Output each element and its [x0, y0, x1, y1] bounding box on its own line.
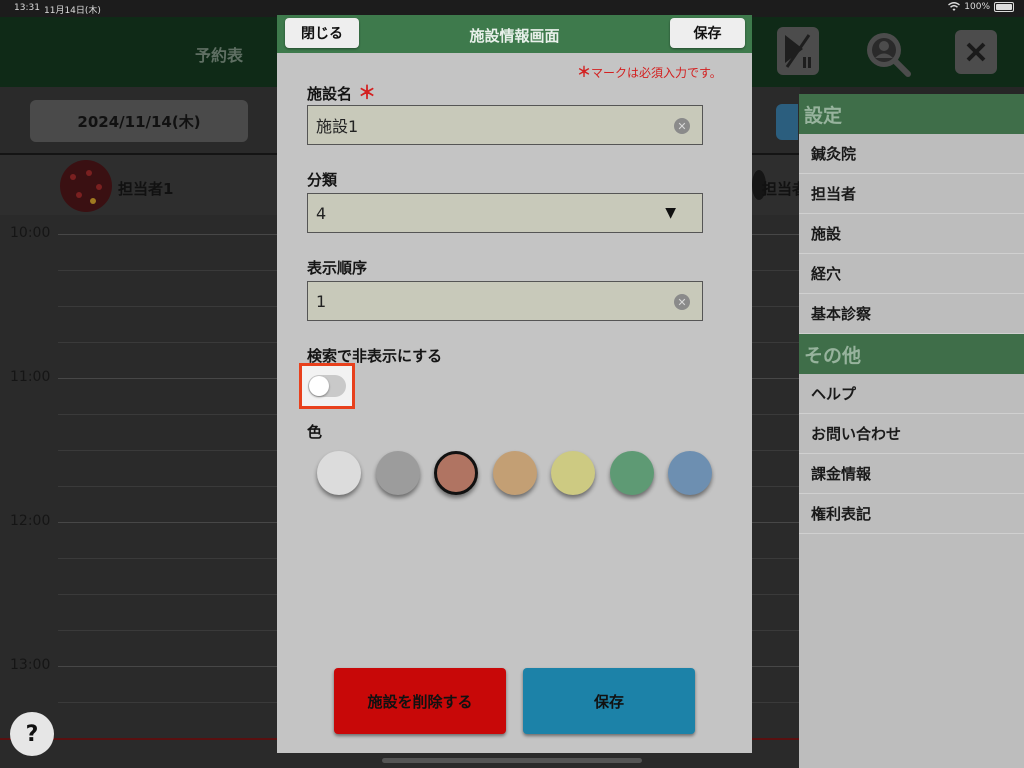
color-swatch[interactable]	[668, 451, 712, 495]
play-pause-icon	[785, 34, 811, 68]
toggle-knob	[309, 376, 329, 396]
home-indicator	[382, 758, 642, 763]
delete-facility-button[interactable]: 施設を削除する	[334, 668, 506, 734]
battery-icon	[994, 2, 1014, 12]
staff-avatar	[60, 160, 112, 212]
required-note-text: マークは必須入力です。	[591, 66, 722, 80]
status-right: 100%	[948, 2, 1014, 12]
staff-search-button[interactable]	[862, 30, 914, 78]
time-label: 11:00	[10, 369, 51, 385]
dialog-header: 施設情報画面 閉じる 保存	[277, 15, 752, 53]
refresh-button[interactable]	[776, 104, 798, 140]
color-label: 色	[307, 423, 323, 441]
facility-name-label: 施設名 ＊	[307, 79, 376, 105]
menu-item-basic-exam[interactable]: 基本診察	[799, 294, 1024, 334]
facility-name-value: 施設1	[316, 117, 359, 136]
hide-in-search-toggle-highlight	[299, 363, 355, 409]
menu-item-staff[interactable]: 担当者	[799, 174, 1024, 214]
staff-name-1[interactable]: 担当者1	[118, 178, 173, 199]
color-swatch[interactable]	[434, 451, 478, 495]
status-time: 13:31	[14, 3, 40, 13]
required-mark: ＊	[358, 83, 377, 104]
time-label: 10:00	[10, 225, 51, 241]
color-swatch[interactable]	[492, 451, 537, 495]
status-date: 11月14日(木)	[44, 6, 101, 16]
play-pause-button[interactable]	[777, 27, 819, 75]
help-button[interactable]: ?	[10, 712, 54, 756]
category-label: 分類	[307, 171, 338, 189]
category-value: 4	[316, 203, 327, 223]
date-selector-button[interactable]: 2024/11/14(木)	[30, 100, 248, 142]
clear-icon[interactable]: ✕	[674, 294, 690, 310]
menu-item-clinic[interactable]: 鍼灸院	[799, 134, 1024, 174]
color-swatch[interactable]	[317, 451, 361, 495]
color-swatch[interactable]	[551, 451, 595, 495]
menu-section-other: その他	[799, 334, 1024, 374]
user-search-icon	[867, 33, 911, 77]
display-order-value: 1	[316, 291, 327, 311]
close-icon	[966, 42, 986, 62]
required-note-mark: ＊	[577, 65, 591, 81]
display-order-label: 表示順序	[307, 259, 368, 277]
menu-item-contact[interactable]: お問い合わせ	[799, 414, 1024, 454]
clear-icon[interactable]: ✕	[674, 118, 690, 134]
menu-item-license[interactable]: 権利表記	[799, 494, 1024, 534]
wifi-icon	[948, 2, 961, 11]
app-title: 予約表	[195, 46, 244, 65]
menu-item-help[interactable]: ヘルプ	[799, 374, 1024, 414]
facility-name-input[interactable]: 施設1 ✕	[307, 105, 703, 145]
hide-in-search-toggle[interactable]	[308, 375, 346, 397]
menu-item-billing[interactable]: 課金情報	[799, 454, 1024, 494]
display-order-input[interactable]: 1 ✕	[307, 281, 703, 321]
facility-info-dialog: 施設情報画面 閉じる 保存 ＊マークは必須入力です。 施設名＊ 施設1 ✕ 分類…	[277, 15, 752, 753]
dropdown-triangle-icon: ▼	[665, 205, 676, 221]
color-swatch[interactable]	[375, 451, 420, 495]
battery-percent: 100%	[964, 2, 990, 12]
menu-item-facility[interactable]: 施設	[799, 214, 1024, 254]
close-button[interactable]: 閉じる	[285, 18, 359, 48]
required-note: ＊マークは必須入力です。	[577, 62, 722, 82]
app-close-button[interactable]	[955, 30, 997, 74]
menu-section-settings: 設定	[799, 94, 1024, 134]
settings-menu: 設定 鍼灸院 担当者 施設 経穴 基本診察 その他 ヘルプ お問い合わせ 課金情…	[799, 94, 1024, 768]
color-swatch[interactable]	[609, 451, 654, 495]
time-label: 12:00	[10, 513, 51, 529]
time-label: 13:00	[10, 657, 51, 673]
category-select[interactable]: 4 ▼	[307, 193, 703, 233]
save-button[interactable]: 保存	[523, 668, 695, 734]
header-save-button[interactable]: 保存	[670, 18, 745, 48]
menu-item-acupoint[interactable]: 経穴	[799, 254, 1024, 294]
facility-name-label-text: 施設名	[307, 85, 353, 103]
